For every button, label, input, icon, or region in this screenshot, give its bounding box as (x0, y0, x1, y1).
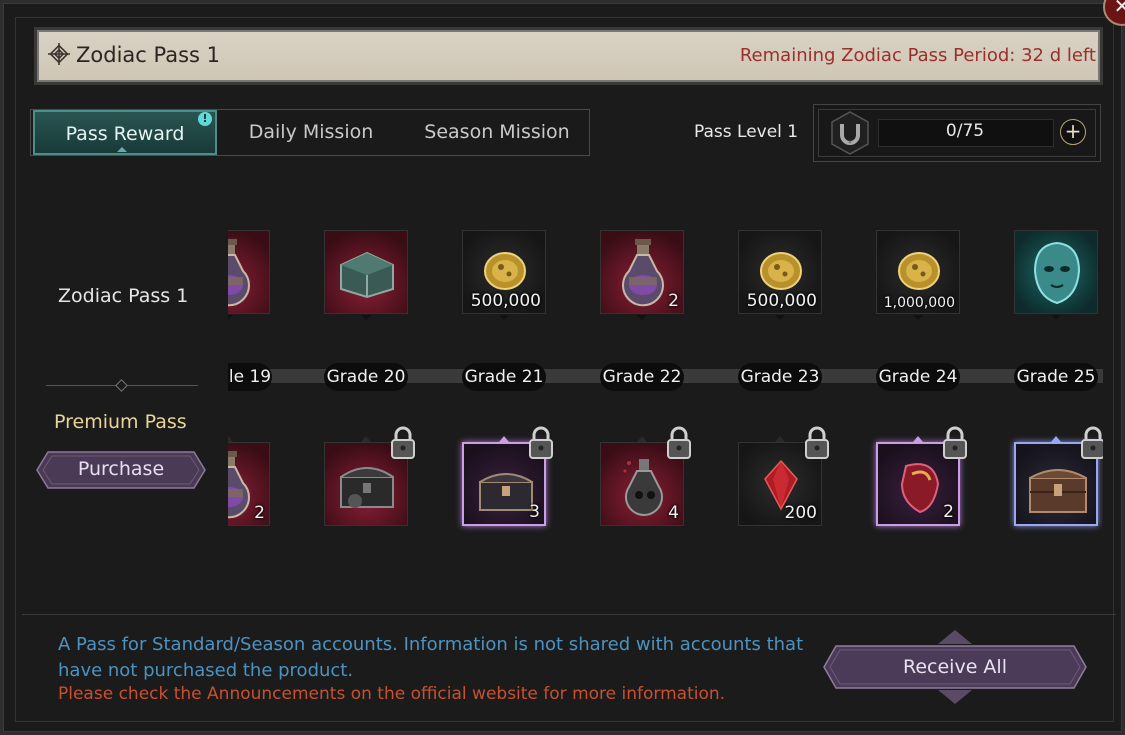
free-reward-grade-23[interactable]: 500,000 (738, 230, 822, 314)
lock-icon (390, 426, 416, 460)
lock-icon (804, 426, 830, 460)
free-reward-grade-19[interactable] (228, 230, 270, 314)
notice-badge: ! (198, 112, 212, 126)
free-reward-pointer (361, 315, 371, 320)
reward-quantity: 1,000,000 (883, 295, 955, 311)
premium-reward-grade-19[interactable]: 2 (228, 442, 270, 526)
free-reward-pointer (228, 315, 233, 320)
free-reward-pointer (1051, 315, 1061, 320)
premium-row-label: Premium Pass (54, 411, 187, 433)
grade-label-grade-25: Grade 25 (1014, 363, 1098, 391)
premium-reward-pointer (361, 436, 371, 442)
premium-reward-pointer (913, 436, 923, 442)
close-icon: ✕ (1113, 0, 1125, 18)
reward-quantity: 2 (254, 503, 265, 523)
free-reward-pointer (499, 315, 509, 320)
reward-track[interactable]: le 19 2 Grade 20 500,000 Grade 21 3 2 Grade 22 4… (228, 180, 1103, 560)
page-title: Zodiac Pass 1 (76, 43, 220, 67)
remaining-period-value: 32 d left (1021, 45, 1096, 66)
grade-label-grade-23: Grade 23 (738, 363, 822, 391)
free-reward-grade-20[interactable] (324, 230, 408, 314)
lock-icon (1080, 426, 1103, 460)
receive-all-label: Receive All (903, 656, 1007, 678)
free-reward-grade-21[interactable]: 500,000 (462, 230, 546, 314)
premium-reward-pointer (775, 436, 785, 442)
reward-quantity: 500,000 (470, 291, 541, 311)
header-banner: Zodiac Pass 1 Remaining Zodiac Pass Peri… (34, 27, 1103, 85)
grade-label-grade-24: Grade 24 (876, 363, 960, 391)
purchase-button-label: Purchase (77, 458, 165, 480)
premium-reward-pointer (228, 436, 233, 442)
reward-quantity: 3 (529, 502, 540, 522)
add-level-button[interactable]: + (1060, 119, 1086, 145)
free-reward-grade-22[interactable]: 2 (600, 230, 684, 314)
premium-reward-pointer (1051, 436, 1061, 442)
footer-divider (22, 614, 1116, 615)
active-tab-caret (117, 147, 127, 152)
plus-icon: + (1064, 119, 1082, 143)
zodiac-emblem-icon (48, 43, 70, 65)
lock-icon (942, 426, 968, 460)
lock-icon (666, 426, 692, 460)
pass-level-label: Pass Level 1 (694, 122, 799, 142)
free-reward-pointer (637, 315, 647, 320)
free-row-label: Zodiac Pass 1 (58, 285, 189, 307)
free-reward-grade-25[interactable] (1014, 230, 1098, 314)
premium-reward-pointer (499, 436, 509, 442)
reward-quantity: 200 (784, 503, 817, 523)
horseshoe-icon (831, 111, 869, 155)
grade-label-grade-22: Grade 22 (600, 363, 684, 391)
premium-reward-pointer (637, 436, 647, 442)
tab-daily-mission[interactable]: Daily Mission (221, 110, 401, 155)
lock-icon (528, 426, 554, 460)
grade-label-grade-20: Grade 20 (324, 363, 408, 391)
free-reward-grade-24[interactable]: 1,000,000 (876, 230, 960, 314)
reward-quantity: 2 (668, 291, 679, 311)
reward-quantity: 4 (668, 503, 679, 523)
reward-quantity: 500,000 (746, 291, 817, 311)
remaining-period: Remaining Zodiac Pass Period: 32 d left (740, 45, 1096, 66)
free-reward-pointer (775, 315, 785, 320)
remaining-period-label: Remaining Zodiac Pass Period: (739, 45, 1016, 66)
tab-season-mission[interactable]: Season Mission (405, 110, 589, 155)
announcement-warning-text: Please check the Announcements on the of… (58, 684, 726, 704)
pass-level-progress-text: 0/75 (945, 121, 985, 141)
free-reward-pointer (913, 315, 923, 320)
grade-label-grade-21: Grade 21 (462, 363, 546, 391)
reward-quantity: 2 (943, 502, 954, 522)
grade-label-grade-19: le 19 (228, 363, 272, 391)
account-info-text: A Pass for Standard/Season accounts. Inf… (58, 634, 804, 681)
tab-bar: Pass Reward Daily Mission Season Mission (30, 109, 590, 156)
